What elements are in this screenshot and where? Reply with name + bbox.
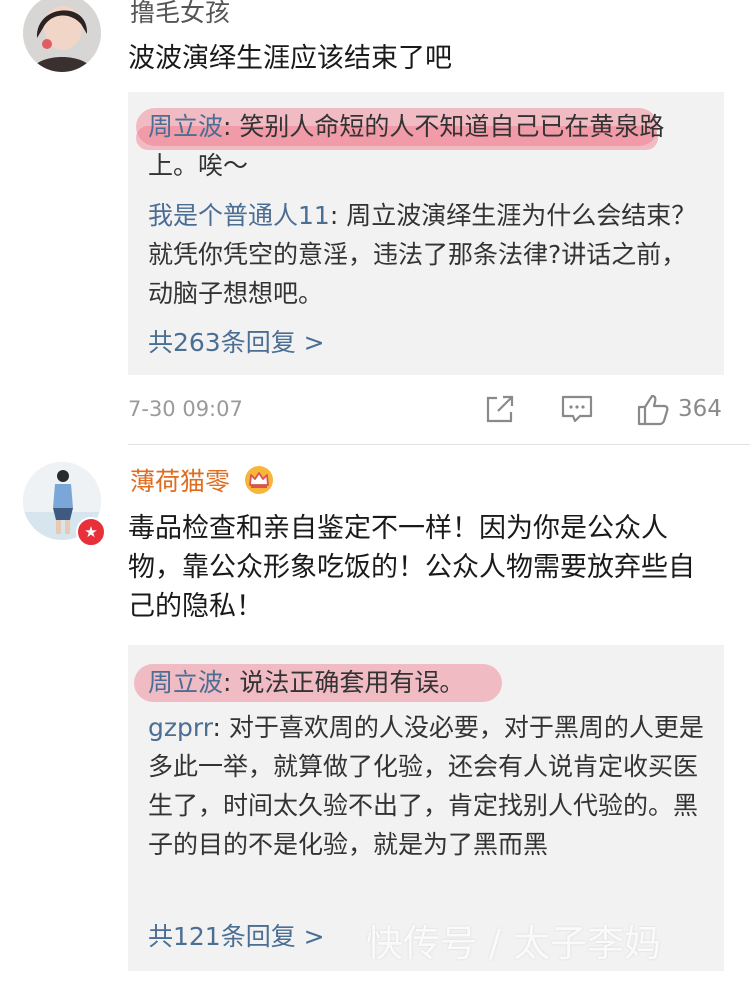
comment-meta-bar: 7-30 09:07 364 bbox=[128, 393, 724, 429]
more-replies-link[interactable]: 共263条回复 > bbox=[148, 328, 325, 358]
avatar-photo bbox=[23, 0, 101, 72]
timestamp: 7-30 09:07 bbox=[128, 397, 243, 421]
comment-card: ★ 薄荷猫零 毒品检查和亲自鉴定不一样！因为你是公众人物，靠公众形象吃饭的！公众… bbox=[0, 445, 750, 983]
user-avatar[interactable] bbox=[23, 0, 101, 72]
reply-text: 说法正确套用有误。 bbox=[239, 668, 465, 697]
like-count: 364 bbox=[678, 396, 722, 422]
reply-colon: : bbox=[223, 112, 240, 141]
reply-text: 对于喜欢周的人没必要，对于黑周的人更是多此一举，就算做了化验，还会有人说肯定收买… bbox=[148, 713, 704, 859]
comment-text: 波波演绎生涯应该结束了吧 bbox=[128, 43, 452, 74]
username[interactable]: 薄荷猫零 bbox=[130, 467, 230, 497]
share-icon[interactable] bbox=[484, 393, 516, 429]
watermark-text: 快传号 / 太子李妈 bbox=[366, 922, 661, 965]
thumbs-up-icon[interactable] bbox=[636, 393, 670, 431]
reply-author[interactable]: gzprr bbox=[148, 713, 213, 742]
reply-author[interactable]: 周立波 bbox=[148, 112, 223, 141]
reply-colon: : bbox=[212, 713, 229, 742]
reply-colon: : bbox=[223, 668, 240, 697]
comment-text: 毒品检查和亲自鉴定不一样！因为你是公众人物，靠公众形象吃饭的！公众人物需要放弃些… bbox=[128, 513, 695, 622]
verified-badge-icon: ★ bbox=[76, 517, 106, 547]
reply-item[interactable]: 周立波: 笑别人命短的人不知道自己已在黄泉路上。唉～ bbox=[148, 107, 704, 185]
reply-item[interactable]: 我是个普通人11: 周立波演绎生涯为什么会结束？就凭你凭空的意淫，违法了那条法律… bbox=[148, 196, 704, 313]
reply-box: 周立波: 笑别人命短的人不知道自己已在黄泉路上。唉～ 我是个普通人11: 周立波… bbox=[128, 92, 724, 375]
more-replies-link[interactable]: 共121条回复 > bbox=[148, 922, 325, 952]
crown-icon[interactable] bbox=[243, 465, 275, 499]
reply-author[interactable]: 我是个普通人11 bbox=[148, 201, 330, 230]
username[interactable]: 撸毛女孩 bbox=[130, 0, 230, 28]
reply-item[interactable]: gzprr: 对于喜欢周的人没必要，对于黑周的人更是多此一举，就算做了化验，还会… bbox=[148, 708, 704, 864]
comment-icon[interactable] bbox=[560, 393, 594, 429]
reply-item[interactable]: 周立波: 说法正确套用有误。 bbox=[148, 663, 704, 702]
comment-card: 撸毛女孩 波波演绎生涯应该结束了吧 周立波: 笑别人命短的人不知道自己已在黄泉路… bbox=[0, 0, 750, 444]
reply-author[interactable]: 周立波 bbox=[148, 668, 223, 697]
reply-colon: : bbox=[329, 201, 347, 230]
